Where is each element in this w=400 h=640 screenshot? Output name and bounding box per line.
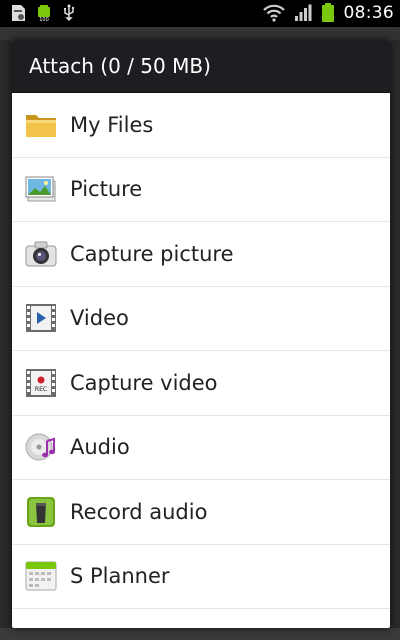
status-bar: 100 08:36 bbox=[0, 0, 400, 27]
usb-icon bbox=[64, 4, 75, 22]
background-app-bar bbox=[0, 27, 400, 40]
calendar-icon bbox=[25, 560, 57, 592]
voice-recorder-icon bbox=[25, 496, 57, 528]
list-item-label: Video bbox=[70, 306, 129, 331]
audio-icon bbox=[25, 431, 57, 463]
svg-text:REC: REC bbox=[35, 386, 47, 393]
attach-dialog: Attach (0 / 50 MB) My Files Picture Capt… bbox=[12, 40, 390, 628]
camera-icon bbox=[25, 238, 57, 270]
signal-icon bbox=[294, 4, 311, 21]
clock: 08:36 bbox=[343, 3, 394, 23]
svg-text:100: 100 bbox=[39, 17, 49, 22]
list-item-picture[interactable]: Picture bbox=[12, 158, 390, 222]
list-item-label: My Files bbox=[70, 112, 154, 137]
list-item-audio[interactable]: Audio bbox=[12, 416, 390, 480]
list-item-label: Capture picture bbox=[70, 241, 234, 266]
folder-icon bbox=[25, 109, 57, 141]
attach-options-list: My Files Picture Capture picture Video R… bbox=[12, 93, 390, 609]
video-icon bbox=[25, 302, 57, 334]
list-item-label: Picture bbox=[70, 177, 143, 202]
list-item-capture-video[interactable]: REC Capture video bbox=[12, 351, 390, 416]
video-rec-icon: REC bbox=[25, 367, 57, 399]
list-item-my-files[interactable]: My Files bbox=[12, 93, 390, 158]
sd-card-icon bbox=[12, 5, 25, 21]
list-item-label: Record audio bbox=[70, 499, 208, 524]
list-item-s-planner[interactable]: S Planner bbox=[12, 545, 390, 609]
wifi-icon bbox=[262, 4, 285, 22]
list-item-label: Capture video bbox=[70, 370, 218, 395]
list-item-capture-picture[interactable]: Capture picture bbox=[12, 222, 390, 287]
battery-100-icon: 100 bbox=[38, 5, 50, 22]
battery-icon bbox=[321, 3, 334, 22]
list-item-label: Audio bbox=[70, 435, 130, 460]
list-item-label: S Planner bbox=[70, 564, 170, 589]
list-item-video[interactable]: Video bbox=[12, 287, 390, 351]
picture-icon bbox=[25, 173, 57, 205]
background-app-panel bbox=[0, 628, 400, 640]
list-item-record-audio[interactable]: Record audio bbox=[12, 480, 390, 545]
dialog-title: Attach (0 / 50 MB) bbox=[12, 40, 390, 93]
